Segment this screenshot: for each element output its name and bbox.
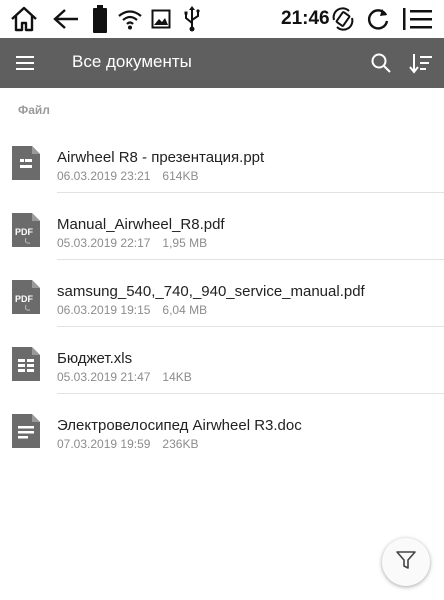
file-name: Manual_Airwheel_R8.pdf <box>57 216 225 233</box>
search-icon[interactable] <box>366 48 396 78</box>
file-size: 614KB <box>162 169 199 183</box>
file-date: 07.03.2019 19:59 <box>57 437 151 451</box>
back-icon[interactable] <box>50 4 82 34</box>
home-icon[interactable] <box>6 4 42 34</box>
file-name: Бюджет.xls <box>57 350 133 367</box>
file-size: 1,95 MB <box>162 236 208 250</box>
file-name: samsung_540,_740,_940_service_manual.pdf <box>57 283 365 300</box>
file-date: 06.03.2019 23:21 <box>57 169 151 183</box>
menu-icon[interactable] <box>400 4 436 34</box>
hamburger-menu-icon[interactable] <box>10 48 40 78</box>
auto-rotate-icon[interactable] <box>328 4 358 34</box>
sort-icon[interactable] <box>406 48 436 78</box>
file-list: Airwheel R8 - презентация.ppt 06.03.2019… <box>0 126 444 461</box>
file-size: 14KB <box>162 370 192 384</box>
file-name: Электровелосипед Airwheel R3.doc <box>57 417 302 434</box>
pdf-icon-label: PDF <box>15 294 34 304</box>
filter-icon <box>395 549 417 576</box>
image-icon <box>148 4 174 34</box>
list-item[interactable]: Электровелосипед Airwheel R3.doc 07.03.2… <box>0 394 444 461</box>
pdf-file-icon: PDF <box>12 280 40 314</box>
file-name: Airwheel R8 - презентация.ppt <box>57 149 265 166</box>
list-item[interactable]: PDF samsung_540,_740,_940_service_manual… <box>0 260 444 327</box>
list-item[interactable]: Airwheel R8 - презентация.ppt 06.03.2019… <box>0 126 444 193</box>
file-date: 05.03.2019 22:17 <box>57 236 151 250</box>
file-size: 6,04 MB <box>162 303 208 317</box>
page-title: Все документы <box>72 52 192 71</box>
file-size: 236KB <box>162 437 199 451</box>
list-item[interactable]: PDF Manual_Airwheel_R8.pdf 05.03.2019 22… <box>0 193 444 260</box>
wifi-icon <box>114 4 146 34</box>
clock: 21:46 <box>281 8 330 29</box>
file-date: 06.03.2019 19:15 <box>57 303 151 317</box>
usb-icon <box>180 4 204 34</box>
xls-file-icon <box>12 347 40 381</box>
list-item[interactable]: Бюджет.xls 05.03.2019 21:47 14KB <box>0 327 444 394</box>
pdf-icon-label: PDF <box>15 227 34 237</box>
section-header: Файл <box>18 103 50 117</box>
app-bar: Все документы <box>0 38 444 88</box>
doc-file-icon <box>12 414 40 448</box>
status-bar: 21:46 <box>0 0 444 38</box>
file-date: 05.03.2019 21:47 <box>57 370 151 384</box>
file-meta: 05.03.2019 21:47 14KB <box>57 370 192 384</box>
file-meta: 07.03.2019 19:59 236KB <box>57 437 198 451</box>
battery-icon <box>88 4 112 34</box>
file-meta: 06.03.2019 19:15 6,04 MB <box>57 303 207 317</box>
pdf-file-icon: PDF <box>12 213 40 247</box>
ppt-file-icon <box>12 146 40 180</box>
filter-button[interactable] <box>382 538 430 586</box>
file-meta: 05.03.2019 22:17 1,95 MB <box>57 236 207 250</box>
refresh-icon[interactable] <box>363 4 393 34</box>
file-meta: 06.03.2019 23:21 614KB <box>57 169 198 183</box>
